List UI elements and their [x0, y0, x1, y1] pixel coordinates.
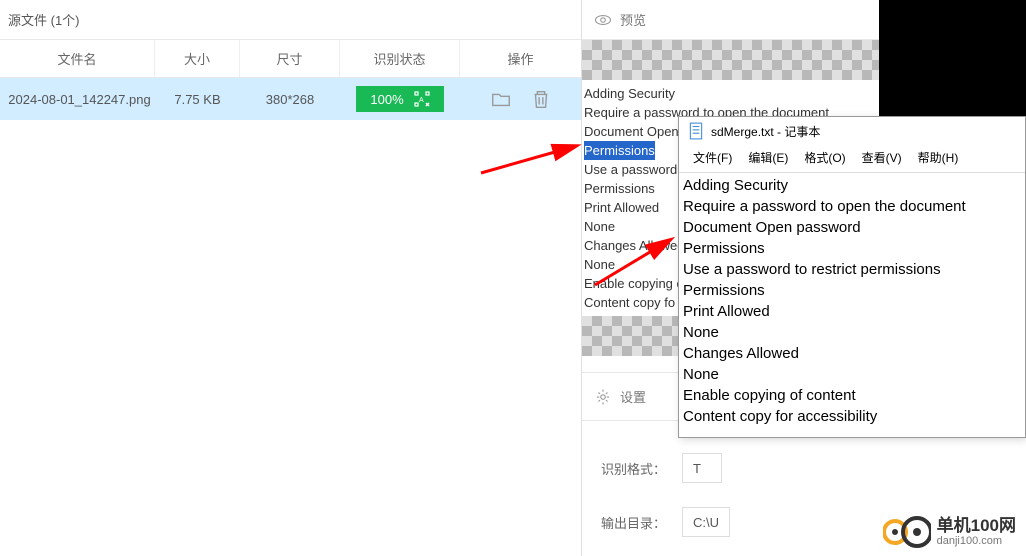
label-format: 识别格式： — [582, 459, 682, 478]
site-logo: 单机100网 danji100.com — [883, 514, 1016, 550]
black-region — [879, 0, 1026, 116]
input-format[interactable]: T — [682, 453, 722, 483]
notepad-line: Permissions — [683, 238, 1021, 259]
eye-icon — [594, 11, 612, 29]
open-folder-icon[interactable] — [490, 88, 512, 110]
label-output: 输出目录： — [582, 513, 682, 532]
cell-size: 7.75 KB — [155, 78, 240, 120]
logo-text: 单机100网 danji100.com — [937, 517, 1016, 548]
ocr-done-icon: A — [414, 91, 430, 107]
menu-format[interactable]: 格式(O) — [798, 147, 851, 168]
notepad-line: Use a password to restrict permissions — [683, 259, 1021, 280]
input-output[interactable]: C:\U — [682, 507, 730, 537]
table-header: 文件名 大小 尺寸 识别状态 操作 — [0, 40, 581, 78]
notepad-titlebar[interactable]: sdMerge.txt - 记事本 — [679, 117, 1025, 145]
table-row[interactable]: 2024-08-01_142247.png 7.75 KB 380*268 10… — [0, 78, 581, 120]
source-files-header: 源文件 (1个) — [0, 0, 581, 40]
col-header-actions: 操作 — [460, 40, 581, 77]
cell-filename: 2024-08-01_142247.png — [0, 78, 155, 120]
notepad-title-text: sdMerge.txt - 记事本 — [711, 123, 820, 140]
status-percent: 100% — [370, 92, 403, 107]
settings-title: 设置 — [620, 387, 646, 406]
notepad-line: Require a password to open the document — [683, 196, 1021, 217]
cell-status: 100% A — [340, 78, 460, 120]
status-badge: 100% A — [356, 86, 443, 112]
notepad-menubar: 文件(F) 编辑(E) 格式(O) 查看(V) 帮助(H) — [679, 145, 1025, 173]
notepad-line: Changes Allowed — [683, 343, 1021, 364]
col-header-size: 大小 — [155, 40, 240, 77]
setting-row-format: 识别格式： T — [582, 441, 1026, 495]
left-panel: 源文件 (1个) 文件名 大小 尺寸 识别状态 操作 2024-08-01_14… — [0, 0, 582, 556]
cell-dim: 380*268 — [240, 78, 340, 120]
delete-icon[interactable] — [530, 88, 552, 110]
document-icon — [687, 122, 705, 140]
logo-en: danji100.com — [937, 535, 1016, 547]
col-header-name: 文件名 — [0, 40, 155, 77]
notepad-line: None — [683, 322, 1021, 343]
menu-view[interactable]: 查看(V) — [856, 147, 908, 168]
notepad-line: Enable copying of content — [683, 385, 1021, 406]
notepad-text-body[interactable]: Adding Security Require a password to op… — [679, 173, 1025, 437]
notepad-line: Content copy for accessibility — [683, 406, 1021, 427]
preview-title: 预览 — [620, 10, 646, 29]
logo-cn: 单机100网 — [937, 517, 1016, 536]
notepad-line: None — [683, 364, 1021, 385]
notepad-line: Permissions — [683, 280, 1021, 301]
notepad-line: Adding Security — [683, 175, 1021, 196]
menu-file[interactable]: 文件(F) — [687, 147, 738, 168]
notepad-line: Print Allowed — [683, 301, 1021, 322]
menu-help[interactable]: 帮助(H) — [912, 147, 965, 168]
cell-actions — [460, 78, 581, 120]
logo-icon — [883, 514, 931, 550]
svg-text:A: A — [419, 97, 424, 104]
gear-icon — [594, 388, 612, 406]
notepad-line: Document Open password — [683, 217, 1021, 238]
notepad-window[interactable]: sdMerge.txt - 记事本 文件(F) 编辑(E) 格式(O) 查看(V… — [678, 116, 1026, 438]
preview-selected-text[interactable]: Permissions — [584, 141, 655, 160]
col-header-dim: 尺寸 — [240, 40, 340, 77]
col-header-status: 识别状态 — [340, 40, 460, 77]
menu-edit[interactable]: 编辑(E) — [742, 147, 794, 168]
